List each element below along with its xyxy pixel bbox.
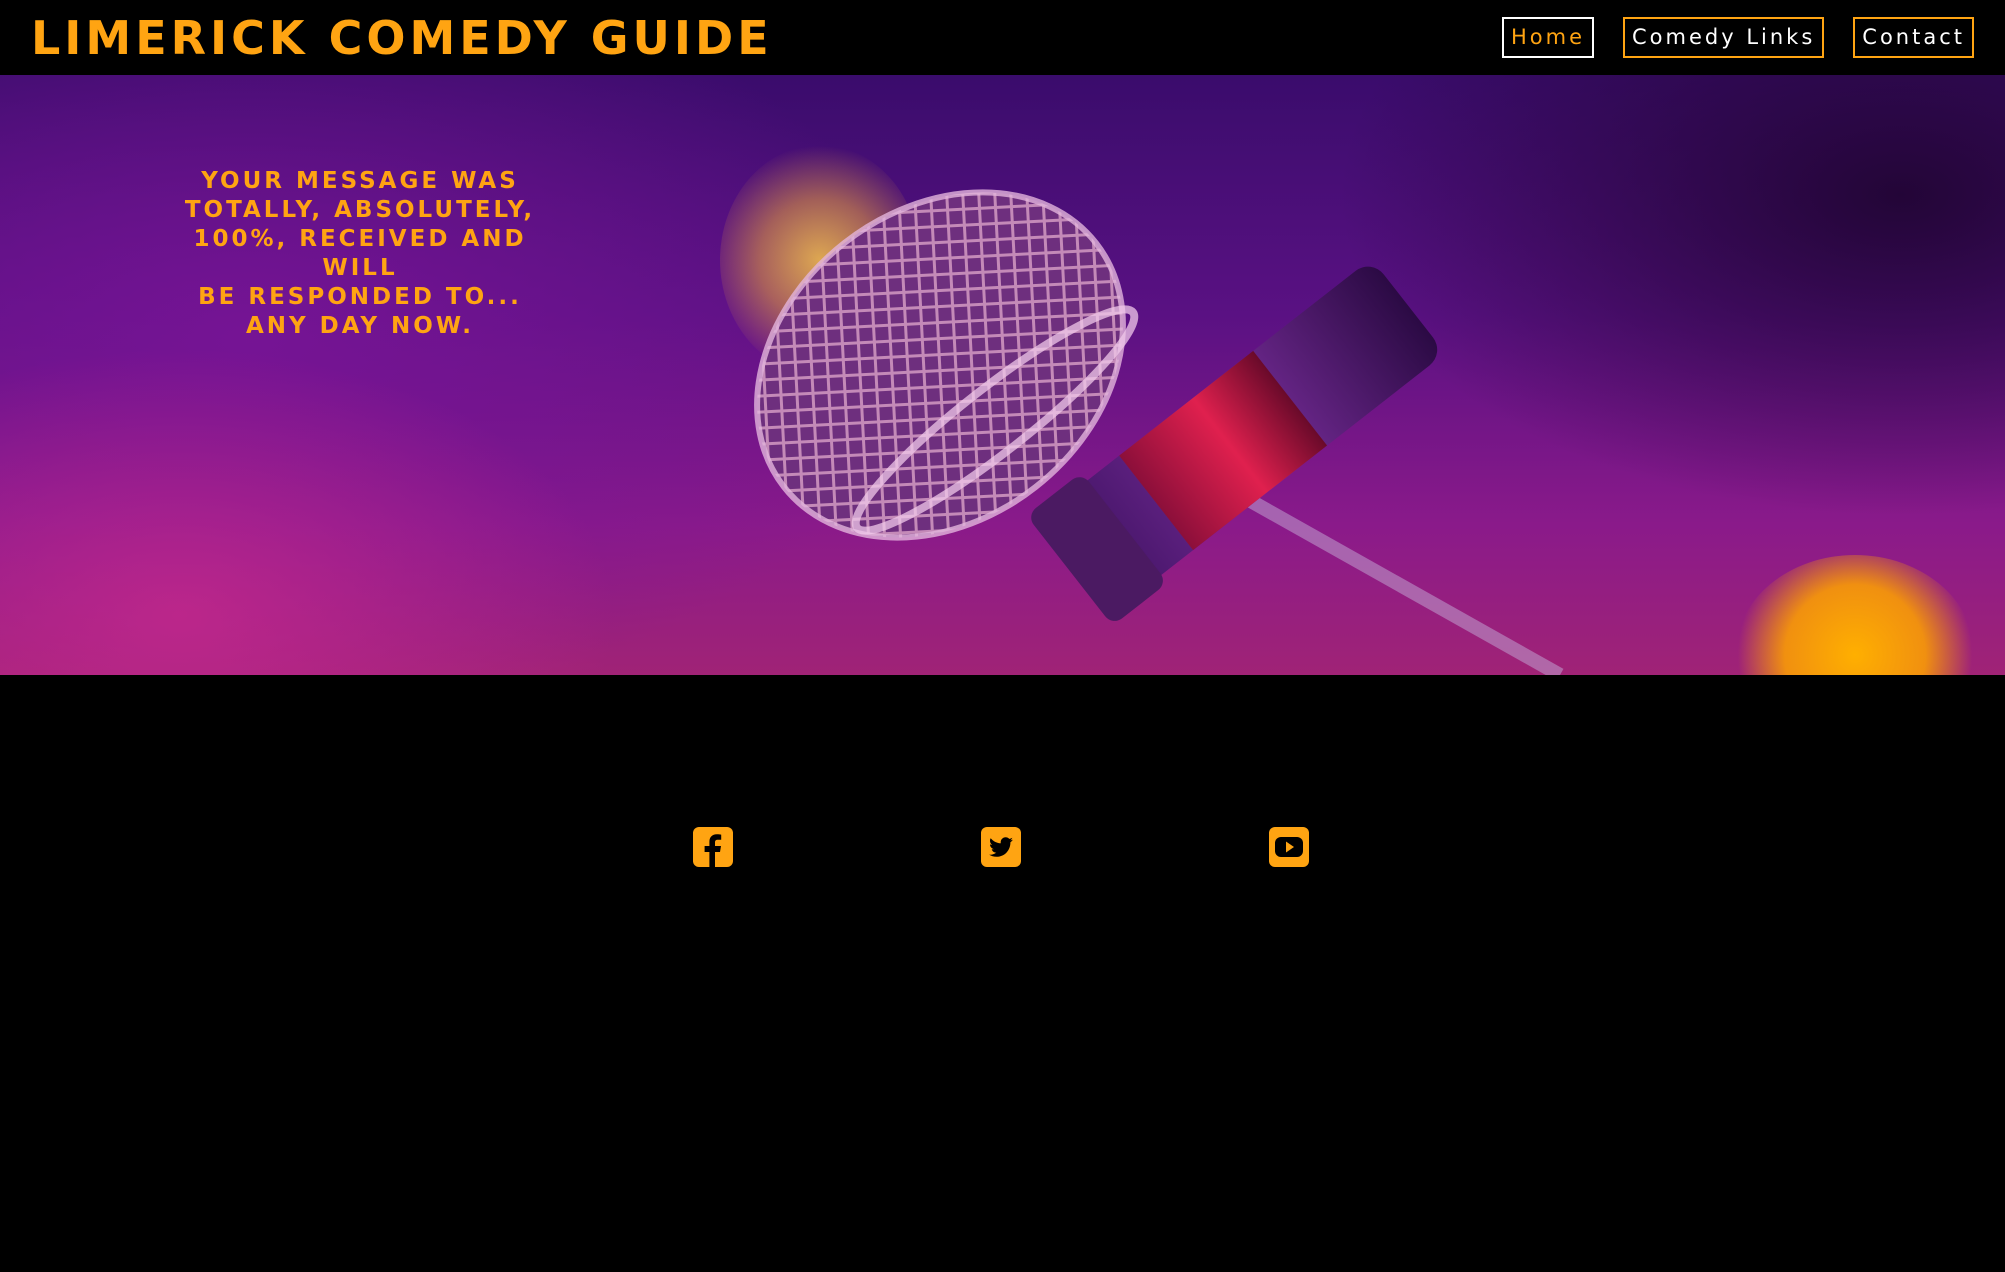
twitter-link[interactable] — [981, 827, 1021, 867]
nav-contact[interactable]: Contact — [1853, 17, 1974, 58]
youtube-link[interactable] — [1269, 827, 1309, 867]
main-nav: Home Comedy Links Contact — [1502, 17, 1974, 58]
nav-home[interactable]: Home — [1502, 17, 1595, 58]
facebook-link[interactable] — [693, 827, 733, 867]
site-footer — [0, 675, 2005, 1272]
twitter-icon — [981, 827, 1021, 867]
site-title[interactable]: LIMERICK COMEDY GUIDE — [31, 15, 773, 61]
nav-comedy-links[interactable]: Comedy Links — [1623, 17, 1825, 58]
facebook-icon — [693, 827, 733, 867]
microphone-image — [754, 189, 1564, 675]
hero-banner: YOUR MESSAGE WAS TOTALLY, ABSOLUTELY, 10… — [0, 75, 2005, 675]
confirmation-message: YOUR MESSAGE WAS TOTALLY, ABSOLUTELY, 10… — [184, 168, 536, 339]
site-header: LIMERICK COMEDY GUIDE Home Comedy Links … — [0, 0, 2005, 75]
youtube-icon — [1269, 827, 1309, 867]
social-links — [693, 827, 1309, 867]
